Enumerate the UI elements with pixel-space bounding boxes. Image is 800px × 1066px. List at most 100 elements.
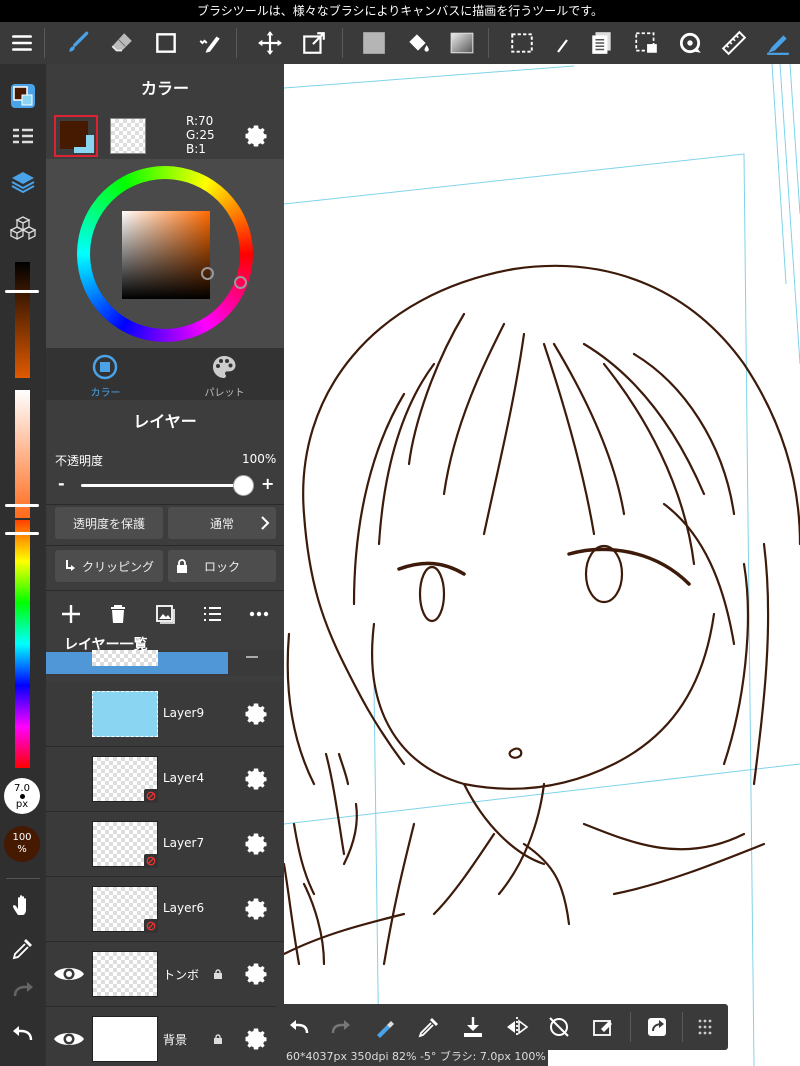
opacity-badge[interactable]: 100 % bbox=[4, 826, 40, 862]
app-window: ブラシツールは、様々なブラシによりキャンバスに描画を行うツールです。 7.0 p… bbox=[0, 0, 800, 1066]
clipping-button[interactable]: クリッピング bbox=[55, 550, 163, 582]
saturation-slider[interactable] bbox=[15, 390, 30, 518]
foreground-swatch[interactable] bbox=[54, 115, 98, 157]
brush-eraser-toggle-icon[interactable] bbox=[370, 1012, 400, 1042]
chevron-right-icon bbox=[261, 516, 270, 530]
layer-panel: レイヤー 不透明度 100% - + 透明度を保護 通常 クリッピング ロック bbox=[46, 400, 284, 1066]
reset-rotation-icon[interactable] bbox=[544, 1012, 574, 1042]
more-options-icon[interactable] bbox=[248, 603, 270, 625]
redo-icon[interactable] bbox=[3, 970, 43, 1010]
brightness-slider-handle[interactable] bbox=[5, 290, 39, 293]
layer-row[interactable]: Layer7 bbox=[46, 812, 284, 877]
layer-thumbnail bbox=[92, 951, 158, 997]
layer-opacity-slider-knob[interactable] bbox=[233, 475, 254, 496]
color-wheel-area bbox=[46, 160, 284, 348]
layer-row[interactable]: トンボ bbox=[46, 942, 284, 1007]
hue-picker-handle[interactable] bbox=[234, 276, 247, 289]
materials-icon[interactable] bbox=[3, 208, 43, 248]
layer-row[interactable]: Layer6 bbox=[46, 877, 284, 942]
color-panel-title: カラー bbox=[46, 64, 284, 114]
brightness-slider[interactable] bbox=[15, 262, 30, 378]
redo-icon[interactable] bbox=[326, 1012, 356, 1042]
layer-row[interactable]: Layer4 bbox=[46, 747, 284, 812]
lock-button[interactable]: ロック bbox=[168, 550, 276, 582]
layer-settings-gear-icon[interactable] bbox=[242, 1025, 270, 1053]
canvas-info-text: 60*4037px 350dpi 82% -5° ブラシ: 7.0px 100% bbox=[286, 1050, 546, 1063]
left-toolbar: 7.0 px 100 % bbox=[0, 64, 46, 1066]
select-layer-icon[interactable] bbox=[626, 22, 666, 64]
opacity-minus-button[interactable]: - bbox=[58, 474, 65, 493]
layer-settings-gear-icon[interactable] bbox=[242, 895, 270, 923]
layer-opacity-slider[interactable] bbox=[81, 484, 243, 487]
hue-slider-handle[interactable] bbox=[5, 532, 39, 535]
eraser-icon[interactable] bbox=[102, 22, 142, 64]
color-settings-gear-icon[interactable] bbox=[242, 122, 270, 150]
clipping-label: クリッピング bbox=[81, 559, 154, 574]
menu-icon[interactable] bbox=[2, 22, 42, 64]
brush-list-icon[interactable] bbox=[3, 118, 43, 158]
layer-settings-gear-icon[interactable] bbox=[242, 700, 270, 728]
brush-icon[interactable] bbox=[58, 22, 98, 64]
move-icon[interactable] bbox=[250, 22, 290, 64]
undo-icon[interactable] bbox=[3, 1014, 43, 1054]
grid-menu-icon[interactable] bbox=[690, 1012, 720, 1042]
layer-locked-icon bbox=[214, 1034, 222, 1044]
share-icon[interactable] bbox=[642, 1012, 672, 1042]
flip-horizontal-icon[interactable] bbox=[502, 1012, 532, 1042]
transfer-down-icon[interactable] bbox=[458, 1012, 488, 1042]
top-toolbar bbox=[0, 22, 800, 64]
transform-icon[interactable] bbox=[294, 22, 334, 64]
add-layer-icon[interactable] bbox=[60, 603, 82, 625]
tab-color-label: カラー bbox=[90, 388, 121, 399]
saturation-slider-handle[interactable] bbox=[5, 504, 39, 507]
gradient-icon[interactable] bbox=[442, 22, 482, 64]
pages-icon[interactable] bbox=[582, 22, 622, 64]
color-panel-toggle-icon[interactable] bbox=[3, 76, 43, 116]
layer-row-selected[interactable] bbox=[46, 650, 284, 676]
hand-icon[interactable] bbox=[3, 886, 43, 926]
layer-row[interactable]: 背景 bbox=[46, 1007, 284, 1066]
undo-icon[interactable] bbox=[284, 1012, 314, 1042]
layer-settings-gear-icon[interactable] bbox=[242, 830, 270, 858]
layer-actions-row bbox=[46, 591, 284, 637]
layer-row[interactable]: Layer9 bbox=[46, 682, 284, 747]
bucket-icon[interactable] bbox=[398, 22, 438, 64]
rectangle-icon[interactable] bbox=[146, 22, 186, 64]
select-pen-icon[interactable] bbox=[190, 22, 230, 64]
color-tab-icon bbox=[92, 354, 118, 380]
saturation-value-square[interactable] bbox=[122, 211, 210, 299]
rotate-icon[interactable] bbox=[670, 22, 710, 64]
visibility-eye-icon[interactable] bbox=[52, 962, 86, 986]
visibility-eye-icon[interactable] bbox=[52, 1027, 86, 1051]
layers-icon[interactable] bbox=[3, 162, 43, 202]
protect-alpha-button[interactable]: 透明度を保護 bbox=[55, 507, 163, 539]
layer-settings-gear-icon[interactable] bbox=[242, 765, 270, 793]
clear-layer-icon[interactable] bbox=[588, 1012, 618, 1042]
layer-thumbnail bbox=[92, 691, 158, 737]
sv-picker-handle[interactable] bbox=[201, 267, 214, 280]
marquee-icon[interactable] bbox=[502, 22, 542, 64]
ruler-icon[interactable] bbox=[714, 22, 754, 64]
fill-color-icon[interactable] bbox=[354, 22, 394, 64]
select-wand-icon[interactable] bbox=[546, 22, 570, 64]
pen-active-icon[interactable] bbox=[758, 22, 798, 64]
eyedropper-icon[interactable] bbox=[414, 1012, 444, 1042]
brush-size-badge[interactable]: 7.0 px bbox=[4, 778, 40, 814]
layer-list-icon[interactable] bbox=[201, 603, 223, 625]
tab-color[interactable]: カラー bbox=[46, 348, 165, 400]
opacity-plus-button[interactable]: + bbox=[261, 474, 274, 493]
transparent-swatch[interactable] bbox=[110, 118, 146, 154]
blend-mode-button[interactable]: 通常 bbox=[168, 507, 276, 539]
bottom-quick-toolbar bbox=[276, 1004, 728, 1050]
layer-image-icon[interactable] bbox=[154, 603, 176, 625]
tab-palette[interactable]: パレット bbox=[165, 348, 284, 400]
blend-mode-label: 通常 bbox=[209, 516, 234, 531]
layer-locked-icon bbox=[214, 969, 222, 979]
drawing-canvas[interactable] bbox=[284, 64, 800, 1066]
opacity-value: 100% bbox=[242, 452, 277, 466]
layer-thumbnail bbox=[92, 1016, 158, 1062]
eyedropper-icon[interactable] bbox=[3, 928, 43, 968]
hue-slider[interactable] bbox=[15, 520, 30, 768]
delete-layer-icon[interactable] bbox=[107, 603, 129, 625]
layer-settings-gear-icon[interactable] bbox=[242, 960, 270, 988]
